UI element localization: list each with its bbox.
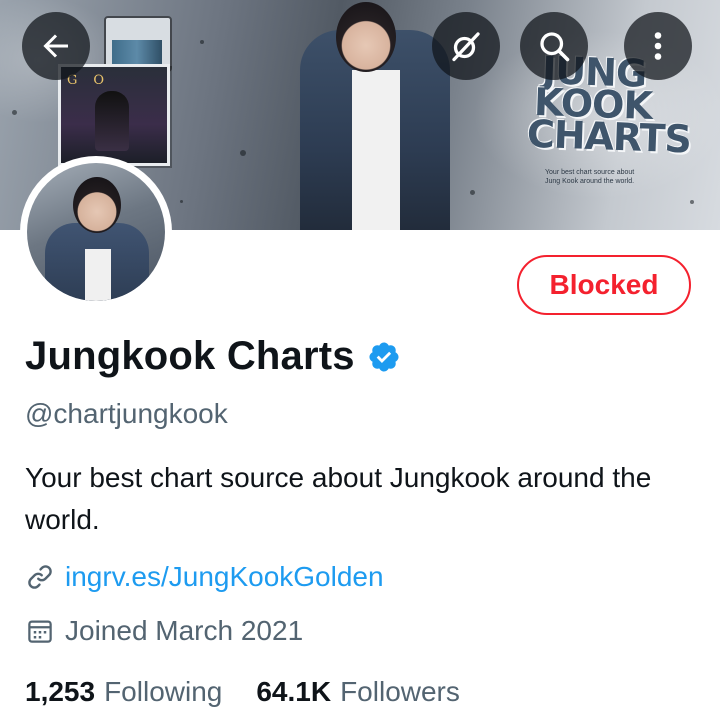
followers-label: Followers xyxy=(340,676,460,707)
banner-speck xyxy=(470,190,475,195)
grok-button[interactable] xyxy=(432,12,500,80)
search-button[interactable] xyxy=(520,12,588,80)
link-icon xyxy=(28,565,52,589)
more-button[interactable] xyxy=(624,12,692,80)
back-button[interactable] xyxy=(22,12,90,80)
verified-badge-icon[interactable] xyxy=(367,340,401,374)
joined-row: Joined March 2021 xyxy=(25,615,303,647)
poster-figure xyxy=(95,91,129,151)
avatar-head xyxy=(73,177,121,233)
website-link[interactable]: ingrv.es/JungKookGolden xyxy=(65,561,384,593)
banner-person-shirt xyxy=(352,70,400,230)
blocked-button[interactable]: Blocked xyxy=(517,255,691,315)
profile-bio: Your best chart source about Jungkook ar… xyxy=(25,462,652,535)
followers-count: 64.1K xyxy=(256,676,332,707)
poster-text: GO xyxy=(67,73,121,88)
joined-date: Joined March 2021 xyxy=(65,615,304,646)
calendar-icon xyxy=(28,620,52,643)
followers-stat[interactable]: 64.1K Followers xyxy=(256,676,460,708)
avatar[interactable] xyxy=(20,156,172,308)
back-arrow-icon xyxy=(43,34,68,58)
banner-person-head xyxy=(336,2,396,72)
following-stat[interactable]: 1,253 Following xyxy=(25,676,222,708)
avatar-image xyxy=(27,163,165,301)
banner-poster-graphic: GO xyxy=(58,64,170,166)
name-row: Jungkook Charts xyxy=(25,334,401,379)
more-vertical-icon xyxy=(654,32,662,60)
search-icon xyxy=(540,32,570,62)
banner-speck xyxy=(200,40,204,44)
profile-handle: @chartjungkook xyxy=(25,398,228,429)
banner-subtitle: Your best chart source about Jung Kook a… xyxy=(545,169,635,185)
banner-speck xyxy=(690,200,694,204)
display-name: Jungkook Charts xyxy=(25,334,355,378)
follow-stats: 1,253 Following 64.1K Followers xyxy=(25,676,460,708)
following-count: 1,253 xyxy=(25,676,96,707)
following-label: Following xyxy=(104,676,223,707)
grok-icon xyxy=(452,32,480,62)
banner-speck xyxy=(240,150,246,156)
website-row: ingrv.es/JungKookGolden xyxy=(25,561,384,593)
avatar-shirt xyxy=(85,249,111,301)
banner-speck xyxy=(180,200,183,203)
tv-screen xyxy=(112,40,162,64)
banner-speck xyxy=(12,110,17,115)
